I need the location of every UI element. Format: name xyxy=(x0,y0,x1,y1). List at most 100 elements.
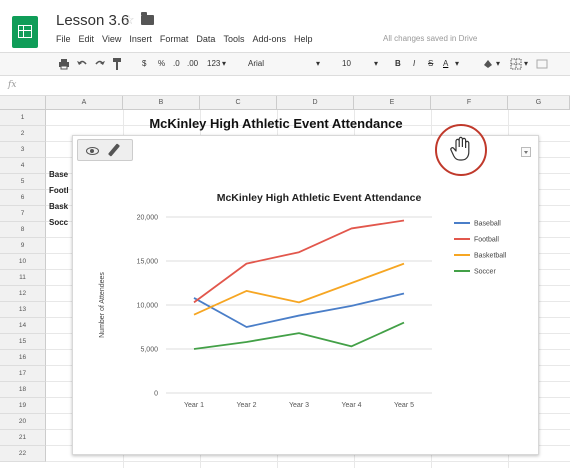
row-header[interactable]: 22 xyxy=(0,446,46,462)
y-tick-label: 20,000 xyxy=(137,215,159,222)
chevron-down-icon: ▾ xyxy=(222,59,227,68)
hand-cursor-icon xyxy=(450,136,470,161)
x-tick-label: Year 1 xyxy=(184,402,204,409)
legend-label: Football xyxy=(474,237,499,244)
row-header[interactable]: 8 xyxy=(0,222,46,238)
menu-view[interactable]: View xyxy=(102,34,121,44)
legend-label: Basketball xyxy=(474,253,507,260)
menu-edit[interactable]: Edit xyxy=(79,34,95,44)
font-dropdown[interactable]: Arial xyxy=(248,59,264,68)
currency-button[interactable]: $ xyxy=(142,59,146,68)
row-header[interactable]: 9 xyxy=(0,238,46,254)
row-header[interactable]: 17 xyxy=(0,366,46,382)
row-header[interactable]: 2 xyxy=(0,126,46,142)
text-color-button[interactable]: A xyxy=(443,59,448,68)
row-header[interactable]: 10 xyxy=(0,254,46,270)
series-line-baseball xyxy=(193,292,405,328)
row-header[interactable]: 7 xyxy=(0,206,46,222)
star-icon[interactable]: ☆ xyxy=(123,12,135,28)
strikethrough-button[interactable]: S xyxy=(428,59,433,68)
row-header[interactable]: 6 xyxy=(0,190,46,206)
row-header[interactable]: 14 xyxy=(0,318,46,334)
sheets-logo-icon[interactable] xyxy=(12,16,38,48)
x-tick-label: Year 4 xyxy=(342,402,362,409)
number-format-dropdown[interactable]: 123 xyxy=(207,59,220,68)
row-header[interactable]: 12 xyxy=(0,286,46,302)
row-header[interactable]: 4 xyxy=(0,158,46,174)
series-line-basketball xyxy=(193,262,405,316)
y-tick-label: 15,000 xyxy=(137,259,159,266)
series-line-soccer xyxy=(193,321,405,350)
chevron-down-icon: ▾ xyxy=(524,59,529,68)
line-chart: McKinley High Athletic Event Attendance N… xyxy=(99,192,507,409)
chevron-down-icon: ▾ xyxy=(496,59,501,68)
borders-icon[interactable] xyxy=(510,58,522,70)
menu-file[interactable]: File xyxy=(56,34,71,44)
menu-tools[interactable]: Tools xyxy=(223,34,244,44)
row-header[interactable]: 16 xyxy=(0,350,46,366)
x-tick-label: Year 5 xyxy=(394,402,414,409)
print-icon[interactable] xyxy=(58,58,70,70)
row-header[interactable]: 11 xyxy=(0,270,46,286)
paint-format-icon[interactable] xyxy=(112,57,122,71)
y-tick-label: 0 xyxy=(154,391,158,398)
menu-bar: File Edit View Insert Format Data Tools … xyxy=(56,34,321,44)
bold-button[interactable]: B xyxy=(395,59,401,68)
x-tick-label: Year 3 xyxy=(289,402,309,409)
x-tick-label: Year 2 xyxy=(237,402,257,409)
chevron-down-icon: ▾ xyxy=(374,59,379,68)
cell-a6[interactable]: Bask xyxy=(49,202,71,211)
row-header[interactable]: 3 xyxy=(0,142,46,158)
select-all-corner[interactable] xyxy=(0,96,46,110)
formula-bar[interactable]: fx xyxy=(0,77,570,96)
fx-label: fx xyxy=(8,80,17,90)
font-size-dropdown[interactable]: 10 xyxy=(342,59,351,68)
column-header-g[interactable]: G xyxy=(508,96,570,110)
document-title[interactable]: Lesson 3.6 xyxy=(56,12,129,29)
column-header-b[interactable]: B xyxy=(123,96,200,110)
row-header[interactable]: 1 xyxy=(0,110,46,126)
chevron-down-icon: ▾ xyxy=(316,59,321,68)
menu-addons[interactable]: Add-ons xyxy=(252,34,286,44)
menu-insert[interactable]: Insert xyxy=(129,34,152,44)
folder-icon[interactable] xyxy=(141,12,154,25)
cell-a4[interactable]: Base xyxy=(49,170,71,179)
redo-icon[interactable] xyxy=(94,58,106,70)
title-bar: Lesson 3.6 ☆ File Edit View Insert Forma… xyxy=(0,0,570,50)
toolbar: $ % .0 .00 123 ▾ Arial ▾ 10 ▾ B I S A ▾ … xyxy=(0,52,570,76)
italic-button[interactable]: I xyxy=(413,59,415,68)
decrease-decimal-button[interactable]: .0 xyxy=(173,59,180,68)
row-header[interactable]: 20 xyxy=(0,414,46,430)
column-header-f[interactable]: F xyxy=(431,96,508,110)
row-header[interactable]: 13 xyxy=(0,302,46,318)
column-header-a[interactable]: A xyxy=(46,96,123,110)
fill-color-icon[interactable] xyxy=(482,58,494,70)
save-status: All changes saved in Drive xyxy=(383,34,478,43)
cell-a7[interactable]: Socc xyxy=(49,218,71,227)
merge-cells-icon[interactable] xyxy=(536,58,548,70)
chart-title: McKinley High Athletic Event Attendance xyxy=(217,192,422,204)
y-tick-label: 5,000 xyxy=(140,347,158,354)
cell-a5[interactable]: Footl xyxy=(49,186,71,195)
row-header[interactable]: 19 xyxy=(0,398,46,414)
column-header-e[interactable]: E xyxy=(354,96,431,110)
legend-label: Soccer xyxy=(474,269,496,276)
row-header[interactable]: 21 xyxy=(0,430,46,446)
undo-icon[interactable] xyxy=(76,58,88,70)
column-header-d[interactable]: D xyxy=(277,96,354,110)
row-header[interactable]: 18 xyxy=(0,382,46,398)
row-header[interactable]: 15 xyxy=(0,334,46,350)
percent-button[interactable]: % xyxy=(158,59,165,68)
menu-data[interactable]: Data xyxy=(196,34,215,44)
chevron-down-icon: ▾ xyxy=(455,59,460,68)
legend-label: Baseball xyxy=(474,221,501,228)
row-header[interactable]: 5 xyxy=(0,174,46,190)
grid-line xyxy=(46,461,570,462)
increase-decimal-button[interactable]: .00 xyxy=(187,59,198,68)
sheet-title-cell[interactable]: McKinley High Athletic Event Attendance xyxy=(46,116,506,131)
menu-format[interactable]: Format xyxy=(160,34,189,44)
y-tick-label: 10,000 xyxy=(137,303,159,310)
column-header-c[interactable]: C xyxy=(200,96,277,110)
y-axis-label: Number of Attendees xyxy=(99,272,106,338)
menu-help[interactable]: Help xyxy=(294,34,313,44)
